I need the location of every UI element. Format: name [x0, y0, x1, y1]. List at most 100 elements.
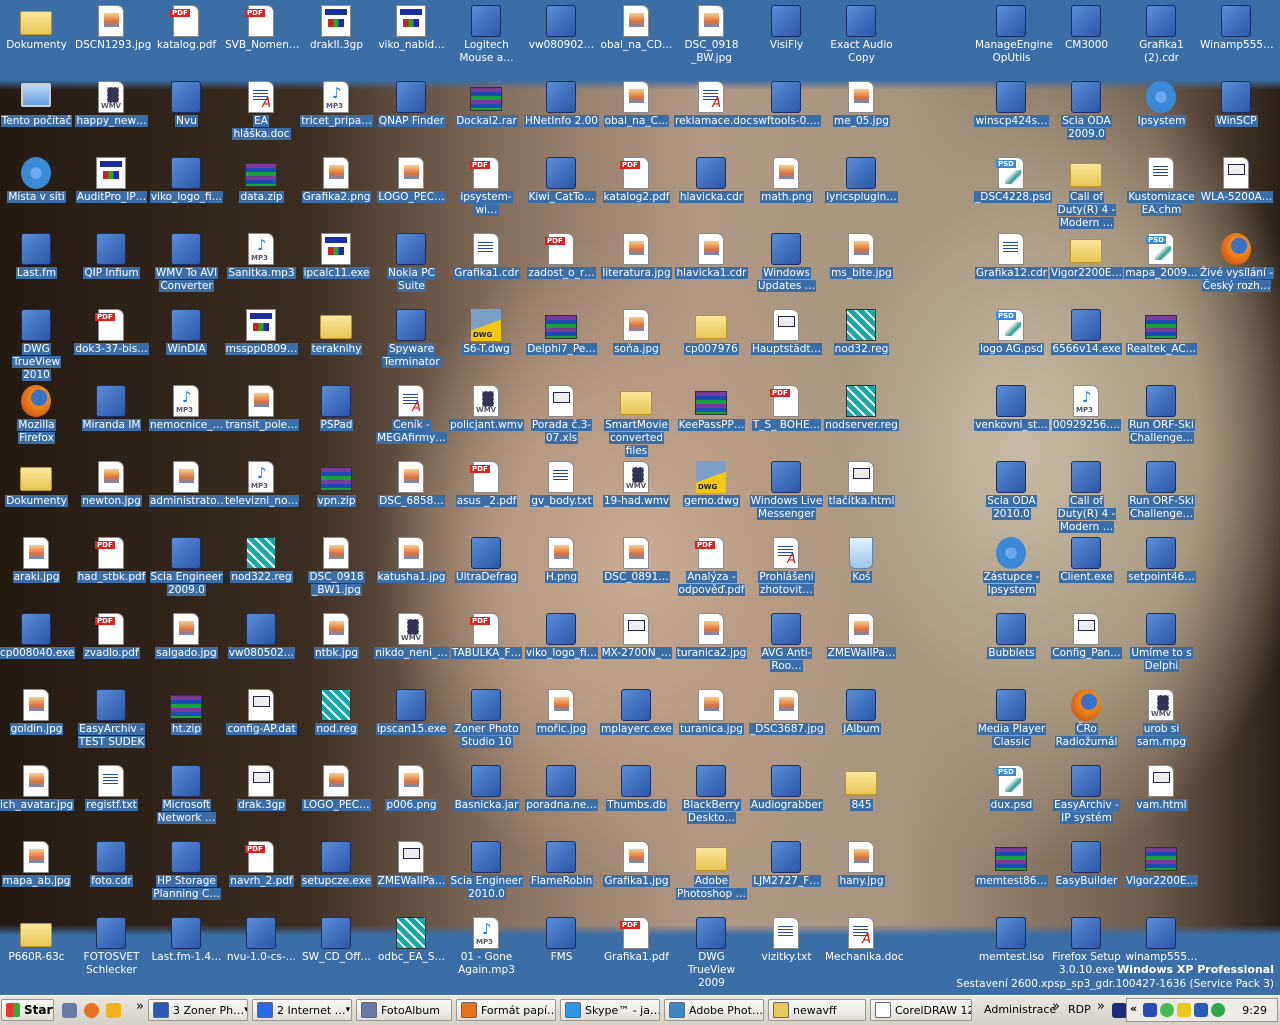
desktop-icon[interactable]: viko_nabid… — [374, 3, 449, 77]
desktop-icon[interactable]: Scia Engineer 2009.0 — [149, 535, 224, 609]
desktop-icon[interactable]: poradna.ne… — [524, 763, 599, 837]
desktop-icon[interactable]: Thumbs.db — [599, 763, 674, 837]
desktop-icon[interactable]: Hauptstädt… — [749, 307, 824, 381]
desktop-icon[interactable]: foto.cdr — [74, 839, 149, 913]
desktop-icon[interactable]: ipsystem-wi… — [449, 155, 524, 229]
desktop-icon[interactable]: ich_avatar.jpg — [0, 763, 75, 837]
desktop-icon[interactable]: Mozilla Firefox — [0, 383, 74, 457]
desktop-icon[interactable]: P660R-63c — [0, 915, 74, 989]
desktop-icon[interactable]: ManageEngine OpUtils — [974, 3, 1054, 77]
desktop-icon[interactable]: Mechanika.doc — [824, 915, 905, 989]
desktop-icon[interactable]: Call of Duty(R) 4 - Modern … — [1049, 459, 1124, 533]
desktop-icon[interactable]: Sanitka.mp3 — [224, 231, 299, 305]
desktop-icon[interactable]: data.zip — [224, 155, 299, 229]
desktop-icon[interactable]: me_05.jpg — [824, 79, 899, 153]
desktop-icon[interactable]: viko_logo_fi… — [524, 611, 599, 685]
desktop-icon[interactable]: happy_new… — [74, 79, 149, 153]
desktop-icon[interactable]: EasyArchiv - TEST SUDEK — [74, 687, 149, 761]
desktop-icon[interactable]: 01 - Gone Again.mp3 — [449, 915, 524, 989]
clock[interactable]: 9:29 — [1242, 1004, 1267, 1017]
desktop-icon[interactable]: nikdo_neni_… — [374, 611, 449, 685]
desktop-icon[interactable]: had_stbk.pdf — [74, 535, 149, 609]
network-icon[interactable] — [1194, 1003, 1208, 1017]
desktop-icon[interactable]: turanica.jpg — [674, 687, 749, 761]
desktop-icon[interactable]: DSC_0891… — [599, 535, 674, 609]
desktop-icon[interactable]: Grafika12.cdr — [974, 231, 1049, 305]
desktop-icon[interactable]: 6566v14.exe — [1049, 307, 1124, 381]
desktop-icon[interactable]: setupcze.exe — [299, 839, 374, 913]
desktop-icon[interactable]: Dokumenty — [0, 3, 74, 77]
desktop-icon[interactable]: Zoner Photo Studio 10 — [449, 687, 524, 761]
desktop-icon[interactable]: turanica2.jpg — [674, 611, 749, 685]
desktop-icon[interactable]: PSPad — [299, 383, 374, 457]
desktop-icon[interactable]: drakII.3gp — [299, 3, 374, 77]
desktop-icon[interactable]: Grafika2.png — [299, 155, 374, 229]
desktop-icon[interactable]: mořic.jpg — [524, 687, 599, 761]
desktop-icon[interactable]: goldin.jpg — [0, 687, 74, 761]
miranda-icon[interactable] — [106, 1003, 121, 1018]
desktop-icon[interactable]: Umíme to s Delphi — [1124, 611, 1199, 685]
desktop-icon[interactable]: mapa_2009… — [1124, 231, 1199, 305]
toolbar-rdp[interactable]: RDP — [1068, 1003, 1091, 1016]
desktop-icon[interactable]: soňa.jpg — [599, 307, 674, 381]
start-button[interactable]: Start — [1, 999, 54, 1021]
desktop-icon[interactable]: ipcalc11.exe — [299, 231, 374, 305]
desktop-icon[interactable]: HP Storage Planning C… — [149, 839, 224, 913]
desktop-icon[interactable]: Grafika1 (2).cdr — [1124, 3, 1199, 77]
desktop-icon[interactable]: Adobe Photoshop … — [674, 839, 749, 913]
desktop-icon[interactable]: Porada č.3-07.xls — [524, 383, 599, 457]
desktop-icon[interactable]: gv_body.txt — [524, 459, 599, 533]
desktop-icon[interactable]: _DSC4228.psd — [974, 155, 1053, 229]
desktop-icon[interactable]: hlavicka.cdr — [674, 155, 749, 229]
desktop-icon[interactable]: BlackBerry Deskto… — [674, 763, 749, 837]
desktop-icon[interactable]: AuditPro_IP… — [74, 155, 149, 229]
desktop-icon[interactable]: VisiFly — [749, 3, 824, 77]
desktop-icon[interactable]: vw080902… — [524, 3, 599, 77]
ce-icon[interactable] — [1112, 1003, 1127, 1018]
desktop-icon[interactable]: Last.fm — [0, 231, 74, 305]
desktop-icon[interactable]: WinSCP — [1199, 79, 1274, 153]
desktop-icon[interactable]: araki.jpg — [0, 535, 74, 609]
desktop-icon[interactable]: Ceník - MEGAfirmy… — [374, 383, 449, 457]
tray-expand-button[interactable]: « — [1130, 1002, 1137, 1015]
desktop-icon[interactable]: ipscan15.exe — [374, 687, 449, 761]
desktop-icon[interactable]: memtest86… — [974, 839, 1049, 913]
desktop-icon[interactable]: Exact Audio Copy — [824, 3, 899, 77]
desktop-icon[interactable]: CM3000 — [1049, 3, 1124, 77]
antivirus-icon[interactable] — [1160, 1003, 1174, 1017]
desktop-icon[interactable]: ht.zip — [149, 687, 224, 761]
desktop-icon[interactable]: Nokia PC Suite — [374, 231, 449, 305]
desktop-icon[interactable]: odbc_EA_S… — [374, 915, 449, 989]
desktop-icon[interactable]: vw080502… — [224, 611, 299, 685]
desktop-icon[interactable]: SmartMovie converted files — [599, 383, 674, 457]
desktop-icon[interactable]: Grafika1.pdf — [599, 915, 674, 989]
desktop-icon[interactable]: Analýza - odpověď.pdf — [674, 535, 749, 609]
desktop-icon[interactable]: EasyBuilder — [1049, 839, 1124, 913]
desktop-icon[interactable]: navrh_2.pdf — [224, 839, 299, 913]
desktop-icon[interactable]: swftools-0…. — [749, 79, 824, 153]
toolbar-chevron[interactable]: » — [1052, 999, 1060, 1014]
desktop-icon[interactable]: WMV To AVI Converter — [149, 231, 224, 305]
desktop-icon[interactable]: Ipsystem — [1124, 79, 1199, 153]
desktop-icon[interactable]: Run ORF-Ski Challenge… — [1124, 383, 1199, 457]
desktop-icon[interactable]: Client.exe — [1049, 535, 1124, 609]
desktop-icon[interactable]: WinDIA — [149, 307, 224, 381]
desktop-icon[interactable]: WLA-5200A… — [1199, 155, 1274, 229]
desktop-icon[interactable]: Dockal2.rar — [449, 79, 524, 153]
desktop-icon[interactable]: obal_na_CD… — [599, 3, 674, 77]
desktop-icon[interactable]: Grafika1.jpg — [599, 839, 674, 913]
desktop-icon[interactable]: UltraDefrag — [449, 535, 524, 609]
desktop-icon[interactable]: KeePassPP… — [674, 383, 749, 457]
desktop-icon[interactable]: transit_pole… — [224, 383, 299, 457]
desktop-icon[interactable]: literatura.jpg — [599, 231, 674, 305]
desktop-icon[interactable]: cp008040.exe — [0, 611, 76, 685]
desktop-icon[interactable]: DWG TrueView 2009 — [674, 915, 749, 989]
desktop-icon[interactable]: zadost_o_r… — [524, 231, 599, 305]
desktop-icon[interactable]: LOGO_PEC… — [374, 155, 449, 229]
taskbar-button[interactable]: Formát papí… — [456, 999, 556, 1021]
desktop-icon[interactable]: Scia ODA 2010.0 — [974, 459, 1049, 533]
security-shield-icon[interactable] — [1177, 1003, 1191, 1017]
desktop-icon[interactable]: DSC_0918 _BW.jpg — [674, 3, 749, 77]
toolbar-administrace[interactable]: Administrace — [984, 1003, 1056, 1016]
quicklaunch-chevron[interactable]: » — [136, 999, 144, 1014]
